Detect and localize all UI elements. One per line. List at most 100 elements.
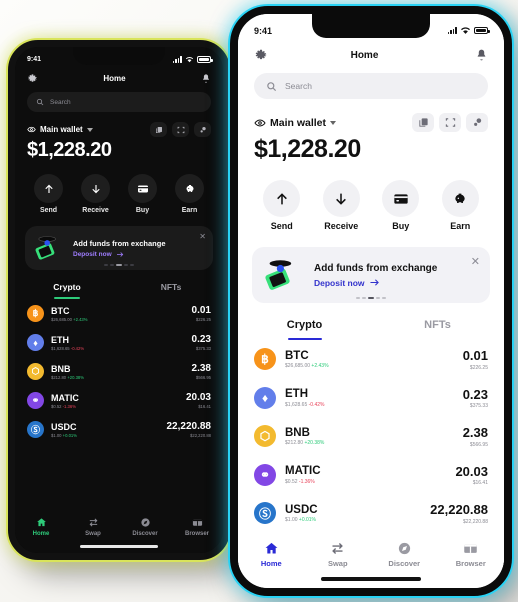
asset-info: USDC $1.00 +0.01% (285, 504, 421, 524)
asset-fiat-value: $22,220.88 (462, 518, 488, 525)
nav-item-swap[interactable]: Swap (67, 517, 119, 537)
wallet-selector[interactable]: Main wallet (27, 125, 93, 134)
connections-icon[interactable] (466, 113, 488, 132)
asset-info: ETH $1,628.65 -0.42% (51, 335, 185, 351)
asset-row[interactable]: ⬡ BNB $212.80 +20.38% 2.38 $566.95 (15, 357, 223, 386)
bell-icon[interactable] (201, 73, 211, 84)
nav-browser-label: Browser (455, 559, 486, 568)
coin-icon-bnb: ⬡ (27, 363, 44, 380)
credit-card-icon (382, 180, 420, 217)
home-icon (36, 518, 46, 527)
asset-row[interactable]: ฿ BTC $26,685.00 +2.43% 0.01 $226.25 (15, 299, 223, 328)
wallet-selector[interactable]: Main wallet (254, 117, 337, 129)
scan-qr-icon[interactable] (172, 122, 189, 137)
asset-row[interactable]: Ⓢ USDC $1.00 +0.01% 22,220.88 $22,220.88 (238, 494, 504, 533)
tab-crypto[interactable]: Crypto (238, 319, 371, 340)
buy-button[interactable]: Buy (382, 180, 420, 231)
nav-item-swap[interactable]: Swap (305, 541, 372, 568)
asset-row[interactable]: ♦ ETH $1,628.65 -0.42% 0.23 $375.33 (238, 379, 504, 418)
wallet-balance: $1,228.20 (254, 135, 361, 163)
promo-banner[interactable]: Add funds from exchange Deposit now ✕ (252, 247, 490, 303)
copy-address-icon[interactable] (412, 113, 434, 132)
bell-icon[interactable] (475, 48, 488, 62)
close-icon[interactable]: ✕ (471, 255, 480, 268)
asset-fiat-value: $375.33 (195, 346, 211, 351)
asset-list-light[interactable]: ฿ BTC $26,685.00 +2.43% 0.01 $226.25 ♦ ETH $1,6… (238, 340, 504, 533)
asset-price-change: $0.52 -1.36% (51, 403, 76, 409)
connections-icon[interactable] (194, 122, 211, 137)
search-icon (267, 81, 277, 91)
asset-amount: 0.01 (462, 348, 488, 363)
search-input[interactable]: Search (27, 92, 211, 112)
asset-fiat-value: $566.95 (469, 441, 488, 448)
scan-qr-icon[interactable] (439, 113, 461, 132)
nav-item-home[interactable]: Home (15, 517, 67, 537)
buy-button[interactable]: Buy (128, 174, 157, 214)
nav-item-browser[interactable]: Browser (438, 541, 505, 568)
asset-info: MATIC $0.52 -1.36% (285, 465, 446, 485)
search-input[interactable]: Search (254, 73, 488, 99)
asset-holdings: 2.38 $566.95 (192, 363, 211, 380)
wallet-row: Main wallet (238, 99, 504, 132)
asset-row[interactable]: ฿ BTC $26,685.00 +2.43% 0.01 $226.25 (238, 340, 504, 379)
copy-address-icon[interactable] (150, 122, 167, 137)
nav-item-discover[interactable]: Discover (371, 541, 438, 568)
asset-fiat-value: $566.95 (195, 375, 211, 380)
asset-amount: 20.03 (455, 463, 488, 479)
asset-holdings: 0.23 $375.33 (192, 334, 211, 351)
nav-item-browser[interactable]: Browser (171, 517, 223, 537)
earn-label: Earn (450, 221, 471, 231)
tab-crypto-label: Crypto (286, 319, 323, 331)
tab-crypto-label: Crypto (53, 282, 81, 292)
asset-fiat-value: $226.25 (469, 364, 488, 371)
close-icon[interactable]: ✕ (199, 232, 206, 241)
bottom-navigation: Home Swap Discover Browser (238, 535, 504, 568)
nav-item-home[interactable]: Home (238, 541, 305, 568)
asset-price-change: $26,685.00 +2.43% (51, 316, 88, 322)
asset-row[interactable]: ♦ ETH $1,628.65 -0.42% 0.23 $375.33 (15, 328, 223, 357)
browser-icon (192, 519, 202, 526)
asset-symbol: USDC (285, 503, 318, 516)
asset-row[interactable]: Ⓢ USDC $1.00 +0.01% 22,220.88 $22,220.88 (15, 415, 223, 444)
asset-row[interactable]: ⬡ BNB $212.80 +20.38% 2.38 $566.95 (238, 417, 504, 456)
home-icon (265, 542, 278, 554)
send-button[interactable]: Send (34, 174, 63, 214)
tab-nfts[interactable]: NFTs (119, 282, 223, 299)
gear-icon[interactable] (27, 73, 38, 84)
asset-amount: 20.03 (185, 392, 211, 403)
send-button[interactable]: Send (263, 180, 301, 231)
bottom-navigation: Home Swap Discover Browser (15, 513, 223, 537)
asset-amount: 22,220.88 (166, 421, 212, 432)
promo-banner[interactable]: Add funds from exchange Deposit now ✕ (25, 226, 213, 270)
asset-row[interactable]: ⚭ MATIC $0.52 -1.36% 20.03 $16.41 (238, 456, 504, 495)
receive-button[interactable]: Receive (322, 180, 360, 231)
coin-icon-bnb: ⬡ (254, 425, 276, 448)
tab-nfts[interactable]: NFTs (371, 319, 504, 340)
eye-icon (27, 126, 36, 133)
tab-nfts-label: NFTs (160, 282, 182, 292)
deposit-now-link[interactable]: Deposit now (73, 251, 166, 258)
asset-holdings: 0.23 $375.33 (463, 387, 488, 410)
page-title: Home (350, 49, 379, 61)
receive-button[interactable]: Receive (81, 174, 110, 214)
asset-symbol: USDC (51, 421, 77, 432)
swap-icon (332, 543, 344, 554)
arrow-up-icon (34, 174, 63, 203)
asset-symbol: MATIC (51, 392, 79, 403)
buy-label: Buy (392, 221, 410, 231)
wallet-balance: $1,228.20 (27, 139, 112, 161)
asset-price-change: $212.80 +20.38% (285, 440, 325, 446)
tab-crypto[interactable]: Crypto (15, 282, 119, 299)
gear-icon[interactable] (254, 48, 268, 62)
deposit-now-label: Deposit now (73, 250, 112, 258)
app-screen-dark: 9:41 Home Search Main wallet $1,228.20 S… (15, 47, 223, 553)
coin-icon-btc: ฿ (27, 305, 44, 322)
earn-button[interactable]: Earn (175, 174, 204, 214)
asset-symbol: ETH (285, 388, 308, 400)
earn-button[interactable]: Earn (441, 180, 479, 231)
nav-item-discover[interactable]: Discover (119, 517, 171, 537)
asset-row[interactable]: ⚭ MATIC $0.52 -1.36% 20.03 $16.41 (15, 386, 223, 415)
asset-list-dark[interactable]: ฿ BTC $26,685.00 +2.43% 0.01 $226.25 ♦ ETH $1,6… (15, 299, 223, 444)
deposit-now-link[interactable]: Deposit now (314, 278, 437, 288)
asset-amount: 2.38 (191, 363, 211, 374)
